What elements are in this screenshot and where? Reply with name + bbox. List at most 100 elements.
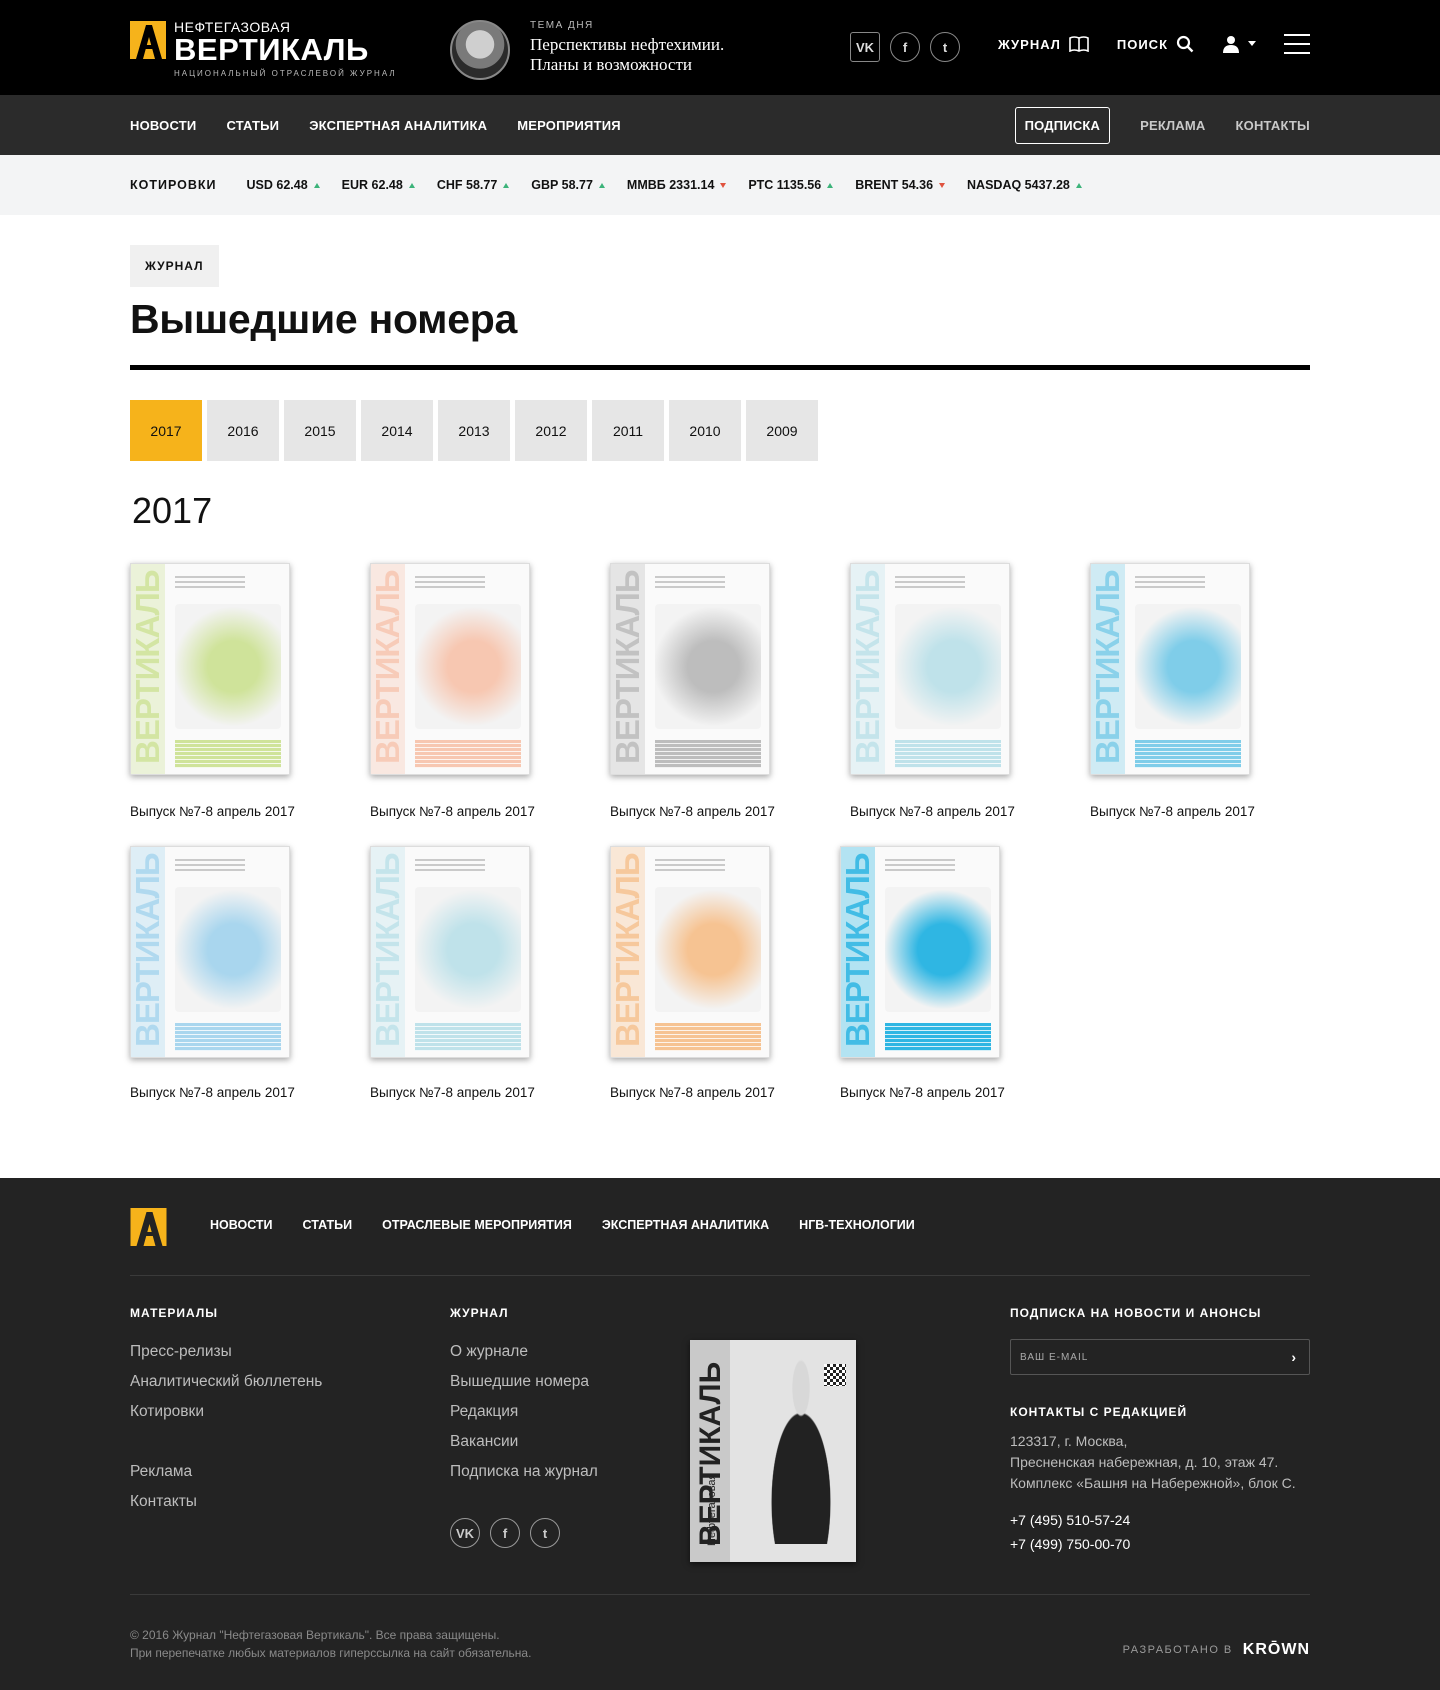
header-socials: VK f t <box>850 32 960 62</box>
twitter-icon[interactable]: t <box>930 32 960 62</box>
year-tabs: 2017 2016 2015 2014 2013 2012 2011 2010 2009 <box>130 400 818 461</box>
link-quotes[interactable]: Котировки <box>130 1397 322 1427</box>
footer-nav-news[interactable]: НОВОСТИ <box>210 1218 273 1232</box>
cover-word-big: ВЕРТИКАЛЬ <box>694 1361 727 1546</box>
issue-card[interactable]: ВЕРТИКАЛЬ Выпуск №7-8 апрель 2017 <box>370 563 570 819</box>
avatar <box>450 20 510 80</box>
issue-caption[interactable]: Выпуск №7-8 апрель 2017 <box>850 804 1050 819</box>
footer-logo-icon[interactable] <box>130 1208 167 1246</box>
issue-caption[interactable]: Выпуск №7-8 апрель 2017 <box>130 1085 330 1100</box>
quote-item: NASDAQ 5437.28 <box>967 178 1082 192</box>
quote-item: GBP 58.77 <box>531 178 605 192</box>
issue-cover[interactable]: ВЕРТИКАЛЬ <box>840 846 1000 1058</box>
latest-issue-cover[interactable]: Нефтегазовая ВЕРТИКАЛЬ <box>690 1340 856 1562</box>
issue-caption[interactable]: Выпуск №7-8 апрель 2017 <box>610 1085 810 1100</box>
issue-card[interactable]: ВЕРТИКАЛЬ Выпуск №7-8 апрель 2017 <box>1090 563 1290 819</box>
facebook-icon[interactable]: f <box>890 32 920 62</box>
tab-year-2011[interactable]: 2011 <box>592 400 664 461</box>
tab-year-2012[interactable]: 2012 <box>515 400 587 461</box>
quote-text: ММВБ 2331.14 <box>626 178 715 192</box>
issue-caption[interactable]: Выпуск №7-8 апрель 2017 <box>840 1085 1040 1100</box>
issue-caption[interactable]: Выпуск №7-8 апрель 2017 <box>1090 804 1290 819</box>
breadcrumb[interactable]: ЖУРНАЛ <box>130 245 219 287</box>
link-contacts[interactable]: Контакты <box>130 1487 322 1517</box>
footer-socials: VK f t <box>450 1518 560 1548</box>
quote-item: USD 62.48 <box>247 178 320 192</box>
facebook-icon[interactable]: f <box>490 1518 520 1548</box>
issue-card[interactable]: ВЕРТИКАЛЬ Выпуск №7-8 апрель 2017 <box>850 563 1050 819</box>
quote-text: РТС 1135.56 <box>748 178 822 192</box>
search-link[interactable]: ПОИСК <box>1117 35 1194 53</box>
email-field[interactable]: ВАШ E-MAIL › <box>1010 1339 1310 1375</box>
twitter-icon[interactable]: t <box>530 1518 560 1548</box>
issue-caption[interactable]: Выпуск №7-8 апрель 2017 <box>370 1085 570 1100</box>
theme-title-line-1[interactable]: Перспективы нефтехимии. <box>530 35 724 55</box>
nav-events[interactable]: МЕРОПРИЯТИЯ <box>517 118 621 133</box>
developer-credit[interactable]: РАЗРАБОТАНО В KRŌWN <box>1123 1641 1310 1659</box>
chevron-right-icon[interactable]: › <box>1291 1349 1297 1365</box>
phone-2[interactable]: +7 (499) 750-00-70 <box>1010 1536 1130 1552</box>
issue-card[interactable]: ВЕРТИКАЛЬ Выпуск №7-8 апрель 2017 <box>840 846 1040 1100</box>
link-editorial[interactable]: Редакция <box>450 1397 598 1427</box>
subscribe-button[interactable]: ПОДПИСКА <box>1014 106 1111 144</box>
issue-cover[interactable]: ВЕРТИКАЛЬ <box>370 846 530 1058</box>
issue-caption[interactable]: Выпуск №7-8 апрель 2017 <box>130 804 330 819</box>
issue-cover[interactable]: ВЕРТИКАЛЬ <box>130 563 290 775</box>
link-about[interactable]: О журнале <box>450 1337 598 1367</box>
tab-year-2016[interactable]: 2016 <box>207 400 279 461</box>
footer-nav-analytics[interactable]: ЭКСПЕРТНАЯ АНАЛИТИКА <box>602 1218 769 1232</box>
tab-year-2017[interactable]: 2017 <box>130 400 202 461</box>
issue-cover[interactable]: ВЕРТИКАЛЬ <box>610 563 770 775</box>
issue-caption[interactable]: Выпуск №7-8 апрель 2017 <box>370 804 570 819</box>
tab-year-2015[interactable]: 2015 <box>284 400 356 461</box>
issue-cover[interactable]: ВЕРТИКАЛЬ <box>130 846 290 1058</box>
materials-title: МАТЕРИАЛЫ <box>130 1306 219 1320</box>
vk-icon[interactable]: VK <box>450 1518 480 1548</box>
materials-links: Пресс-релизы Аналитический бюллетень Кот… <box>130 1337 322 1517</box>
nav-ads[interactable]: РЕКЛАМА <box>1140 118 1205 133</box>
nav-news[interactable]: НОВОСТИ <box>130 118 196 133</box>
nav-articles[interactable]: СТАТЬИ <box>226 118 279 133</box>
issue-cover[interactable]: ВЕРТИКАЛЬ <box>1090 563 1250 775</box>
issue-card[interactable]: ВЕРТИКАЛЬ Выпуск №7-8 апрель 2017 <box>130 563 330 819</box>
issue-cover[interactable]: ВЕРТИКАЛЬ <box>370 563 530 775</box>
user-menu[interactable] <box>1222 35 1256 53</box>
footer-nav-events[interactable]: ОТРАСЛЕВЫЕ МЕРОПРИЯТИЯ <box>382 1218 572 1232</box>
site-logo[interactable]: НЕФТЕГАЗОВАЯ ВЕРТИКАЛЬ НАЦИОНАЛЬНЫЙ ОТРА… <box>130 20 397 78</box>
logo-big-text: ВЕРТИКАЛЬ <box>174 32 369 67</box>
footer-nav-articles[interactable]: СТАТЬИ <box>303 1218 353 1232</box>
tab-year-2013[interactable]: 2013 <box>438 400 510 461</box>
address-line-2: Пресненская набережная, д. 10, этаж 47. <box>1010 1454 1279 1470</box>
address-line-1: 123317, г. Москва, <box>1010 1433 1128 1449</box>
issue-cover[interactable]: ВЕРТИКАЛЬ <box>610 846 770 1058</box>
issue-cover[interactable]: ВЕРТИКАЛЬ <box>850 563 1010 775</box>
tab-year-2014[interactable]: 2014 <box>361 400 433 461</box>
vk-icon[interactable]: VK <box>850 32 880 62</box>
footer-nav-ngv[interactable]: НГВ-ТЕХНОЛОГИИ <box>799 1218 915 1232</box>
link-vacancies[interactable]: Вакансии <box>450 1427 598 1457</box>
phone-1[interactable]: +7 (495) 510-57-24 <box>1010 1512 1130 1528</box>
quotes-bar: КОТИРОВКИ USD 62.48 EUR 62.48 CHF 58.77 GBP… <box>0 155 1440 215</box>
theme-title-line-2[interactable]: Планы и возможности <box>530 55 724 75</box>
link-subscription[interactable]: Подписка на журнал <box>450 1457 598 1487</box>
copyright-line-2: При перепечатке любых материалов гиперсс… <box>130 1646 532 1660</box>
quote-text: CHF 58.77 <box>436 178 498 192</box>
link-press-releases[interactable]: Пресс-релизы <box>130 1337 322 1367</box>
issue-card[interactable]: ВЕРТИКАЛЬ Выпуск №7-8 апрель 2017 <box>370 846 570 1100</box>
tab-year-2010[interactable]: 2010 <box>669 400 741 461</box>
quotes-label: КОТИРОВКИ <box>130 178 217 192</box>
link-issues[interactable]: Вышедшие номера <box>450 1367 598 1397</box>
issue-card[interactable]: ВЕРТИКАЛЬ Выпуск №7-8 апрель 2017 <box>610 846 810 1100</box>
menu-icon[interactable] <box>1284 34 1310 54</box>
link-analytics-bulletin[interactable]: Аналитический бюллетень <box>130 1367 322 1397</box>
journal-link[interactable]: ЖУРНАЛ <box>998 36 1089 52</box>
link-ads[interactable]: Реклама <box>130 1457 322 1487</box>
theme-of-day[interactable]: ТЕМА ДНЯ Перспективы нефтехимии. Планы и… <box>450 20 724 80</box>
tab-year-2009[interactable]: 2009 <box>746 400 818 461</box>
nav-analytics[interactable]: ЭКСПЕРТНАЯ АНАЛИТИКА <box>309 118 487 133</box>
issue-caption[interactable]: Выпуск №7-8 апрель 2017 <box>610 804 810 819</box>
nav-contacts[interactable]: КОНТАКТЫ <box>1236 118 1310 133</box>
issue-card[interactable]: ВЕРТИКАЛЬ Выпуск №7-8 апрель 2017 <box>610 563 810 819</box>
issue-card[interactable]: ВЕРТИКАЛЬ Выпуск №7-8 апрель 2017 <box>130 846 330 1100</box>
address: 123317, г. Москва, Пресненская набережна… <box>1010 1431 1296 1494</box>
